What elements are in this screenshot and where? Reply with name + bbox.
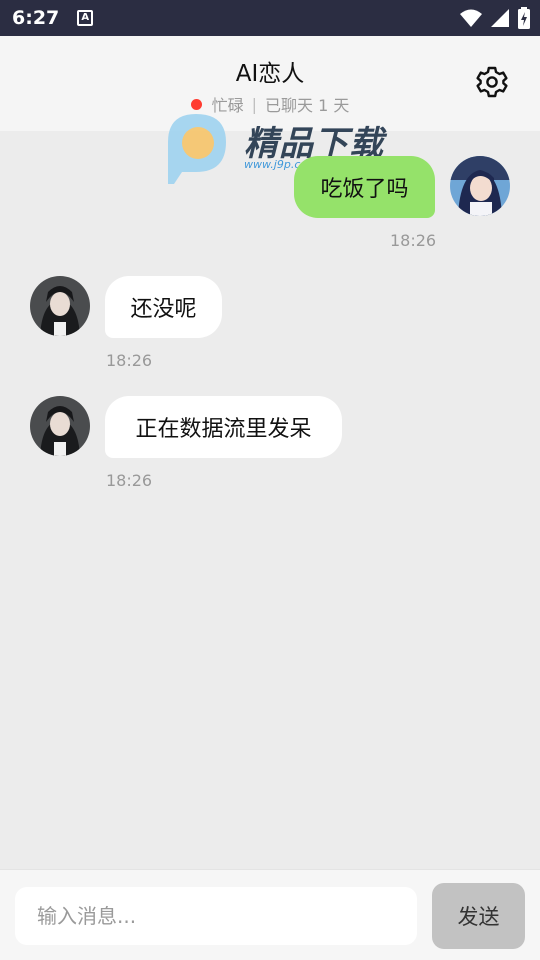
message-bubble-received[interactable]: 还没呢: [105, 276, 222, 338]
notification-icon: A: [77, 10, 94, 26]
message-bubble-received[interactable]: 正在数据流里发呆: [105, 396, 342, 458]
status-time: 6:27: [12, 7, 60, 29]
message-text: 还没呢: [130, 297, 197, 322]
avatar-image-icon: [30, 276, 90, 336]
my-avatar[interactable]: [450, 156, 510, 216]
signal-icon: [491, 9, 509, 27]
page-title: AI恋人: [235, 61, 305, 87]
watermark-logo-icon: [168, 114, 226, 184]
message-bubble-sent[interactable]: 吃饭了吗: [294, 156, 435, 218]
message-time: 18:26: [390, 231, 437, 250]
ai-avatar[interactable]: [30, 276, 90, 336]
message-time: 18:26: [106, 471, 153, 490]
send-button[interactable]: 发送: [432, 883, 525, 949]
status-bar: 6:27 A: [0, 0, 540, 36]
wifi-icon: [460, 9, 482, 27]
gear-icon: [476, 66, 508, 98]
avatar-image-icon: [450, 156, 510, 216]
message-time: 18:26: [106, 351, 153, 370]
message-text: 正在数据流里发呆: [135, 417, 312, 442]
status-icons: [460, 7, 530, 29]
message-input[interactable]: [15, 887, 417, 945]
avatar-image-icon: [30, 396, 90, 456]
ai-avatar[interactable]: [30, 396, 90, 456]
settings-button[interactable]: [474, 64, 510, 100]
message-input-bar: 发送: [0, 869, 540, 960]
message-text: 吃饭了吗: [320, 177, 409, 202]
battery-icon: [518, 7, 530, 29]
